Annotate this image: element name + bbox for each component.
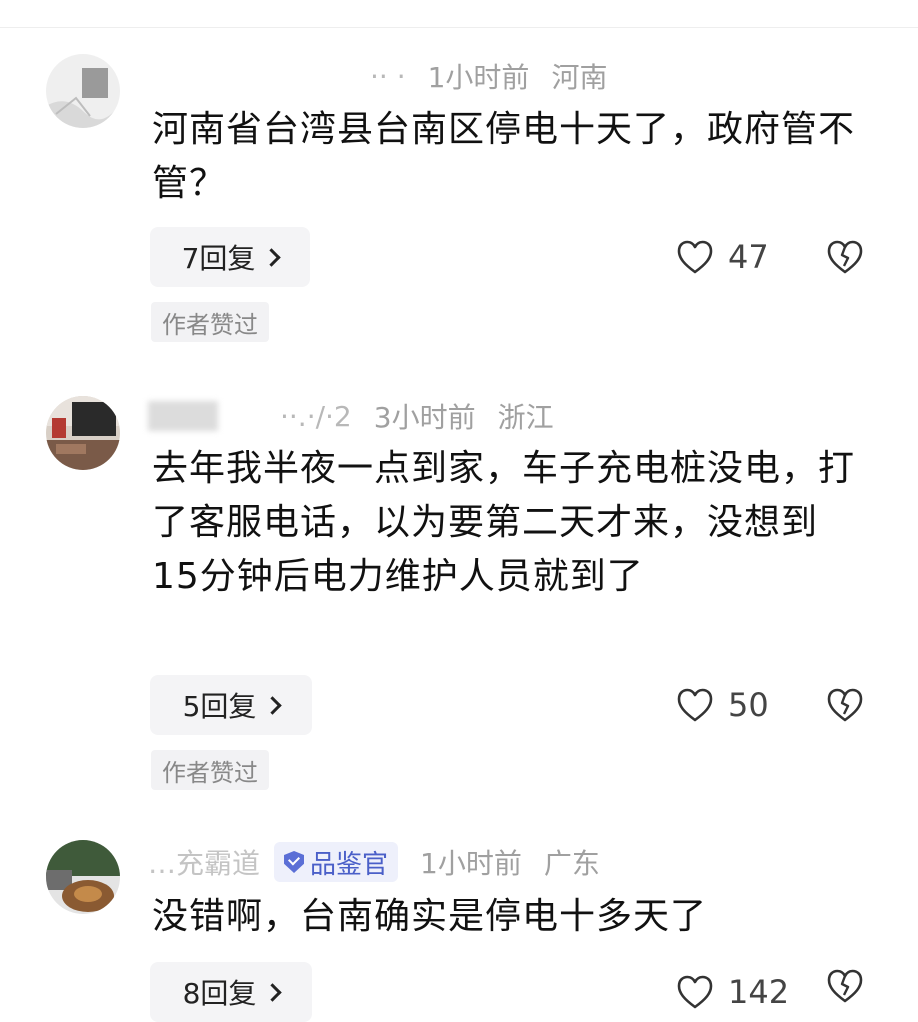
chevron-right-icon: [263, 695, 283, 715]
heart-outline-icon: [677, 240, 713, 274]
reply-count-button[interactable]: 8回复: [150, 962, 312, 1022]
author-liked-tag: 作者赞过: [151, 302, 269, 342]
comment-time: 1小时前: [420, 847, 522, 880]
comment-location: 浙江: [497, 401, 554, 434]
comment-time: 3小时前: [373, 401, 476, 434]
username-redacted: [148, 401, 218, 431]
broken-heart-icon: [827, 688, 863, 722]
like-button[interactable]: 142: [676, 962, 789, 1022]
reply-count-button[interactable]: 5回复: [150, 675, 312, 735]
comment-meta: ··.·/·2 3小时前 浙江: [148, 396, 554, 436]
top-divider: [0, 27, 918, 28]
dislike-button[interactable]: [826, 239, 863, 275]
comment-text: 没错啊，台南确实是停电十多天了: [152, 896, 708, 937]
like-button[interactable]: 50: [676, 675, 769, 735]
username[interactable]: ··.·/·2: [280, 400, 352, 433]
chevron-right-icon: [263, 982, 283, 1002]
comment-location: 河南: [551, 61, 608, 94]
dislike-button[interactable]: [826, 968, 863, 1004]
badge-label: 品鉴官: [310, 849, 389, 880]
dislike-button[interactable]: [826, 687, 863, 723]
reply-count-label: 8回复: [182, 977, 257, 1010]
heart-outline-icon: [677, 688, 713, 722]
like-button[interactable]: 47: [676, 227, 769, 287]
comment-text: 去年我半夜一点到家，车子充电桩没电，打了客服电话，以为要第二天才来，没想到15分…: [152, 448, 856, 597]
like-count: 142: [728, 973, 790, 1011]
username[interactable]: …充霸道: [148, 842, 260, 882]
shield-check-icon: [284, 851, 305, 873]
avatar[interactable]: [46, 840, 120, 914]
broken-heart-icon: [827, 969, 863, 1003]
comment-meta: ·· · 1小时前 河南: [148, 56, 607, 96]
comment-meta: …充霸道 品鉴官 1小时前 广东: [148, 842, 600, 882]
username[interactable]: ·· ·: [370, 60, 406, 93]
avatar[interactable]: [46, 396, 120, 470]
reply-count-label: 5回复: [182, 690, 257, 723]
reply-count-label: 7回复: [181, 242, 256, 275]
chevron-right-icon: [262, 247, 282, 267]
like-count: 50: [728, 686, 769, 724]
like-count: 47: [728, 238, 769, 276]
avatar[interactable]: [46, 54, 120, 128]
heart-outline-icon: [677, 975, 713, 1009]
comment-time: 1小时前: [427, 61, 530, 94]
broken-heart-icon: [827, 240, 863, 274]
comment-location: 广东: [543, 847, 600, 880]
verified-badge: 品鉴官: [274, 842, 399, 882]
reply-count-button[interactable]: 7回复: [150, 227, 310, 287]
comment-text: 河南省台湾县台南区停电十天了，政府管不管？: [152, 109, 856, 204]
author-liked-tag: 作者赞过: [151, 750, 269, 790]
